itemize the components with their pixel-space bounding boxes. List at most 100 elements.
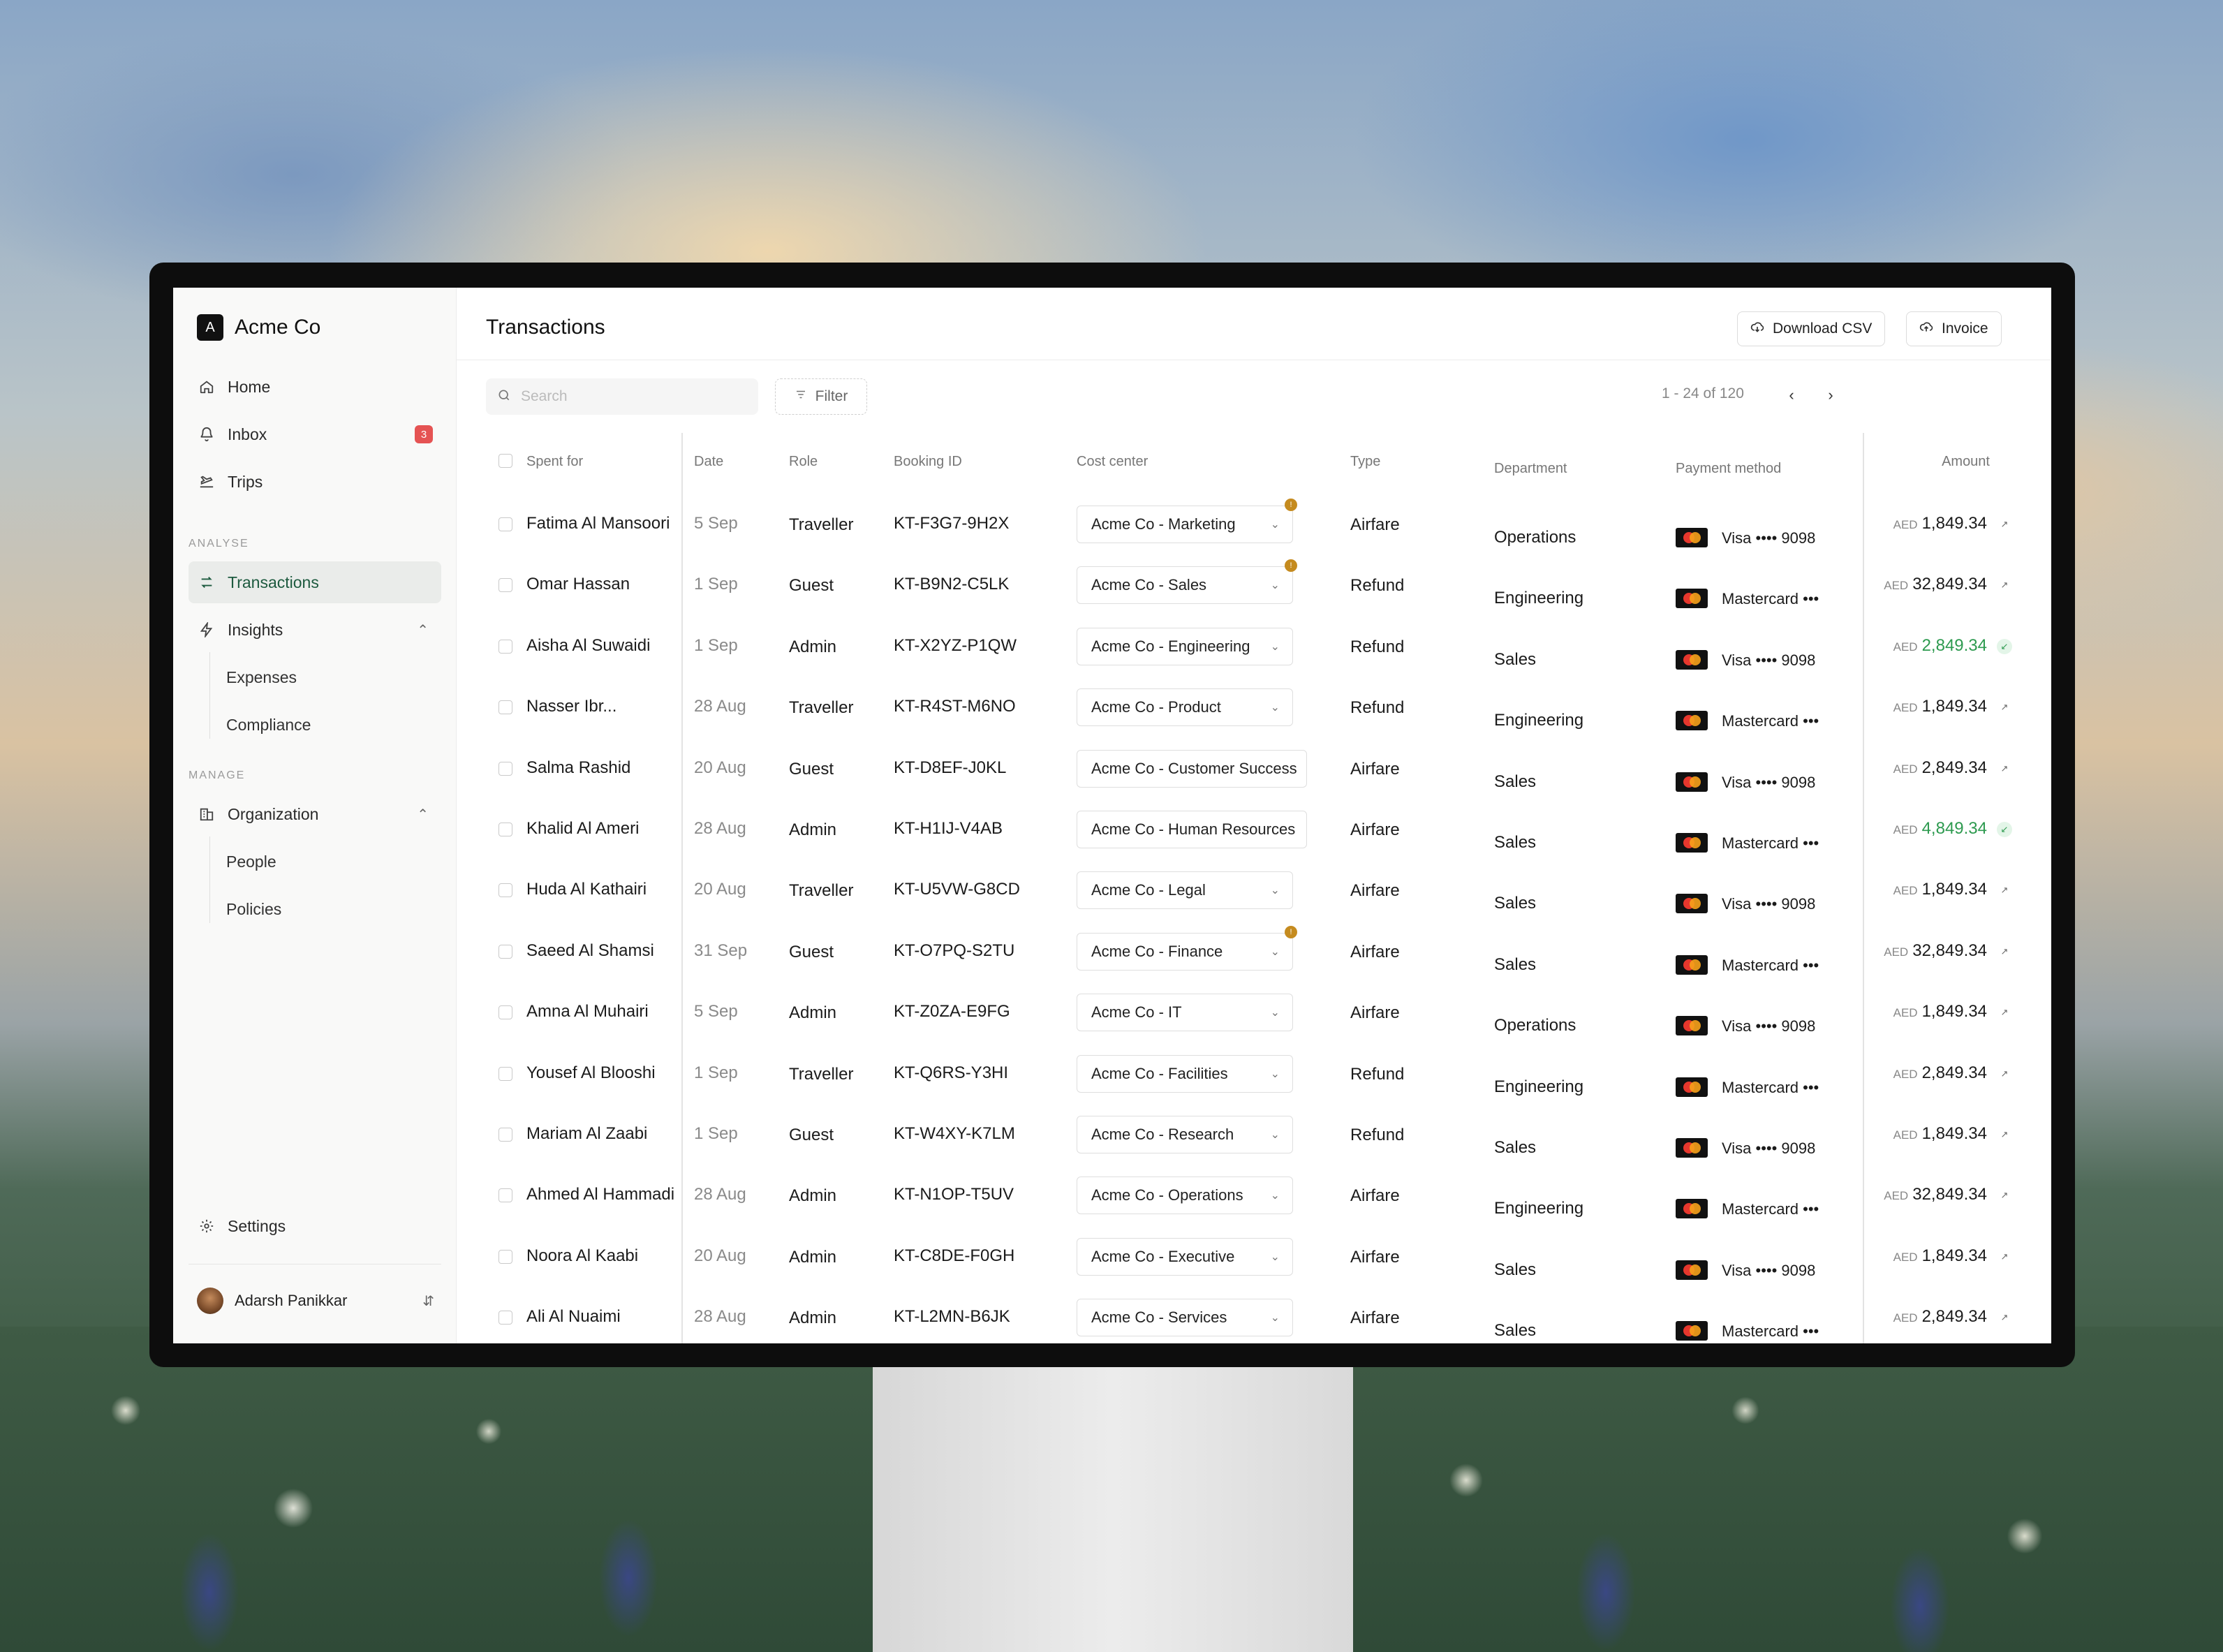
cost-center-select[interactable]: Acme Co - Executive ⌄ [1077,1237,1293,1276]
column-header-cost-center[interactable]: Cost center [1077,454,1148,470]
chevron-up-icon[interactable]: ⌃ [417,806,429,823]
sidebar-item-home[interactable]: Home [189,366,441,408]
chevron-up-icon[interactable]: ⌃ [417,621,429,639]
row-checkbox[interactable] [498,883,512,898]
mastercard-icon [1676,1199,1708,1219]
spent-for-cell: Huda Al Kathairi [526,880,647,899]
column-header-booking-id[interactable]: Booking ID [894,454,962,470]
row-checkbox[interactable] [498,517,512,531]
table-row[interactable]: Huda Al Kathairi 20 Aug Traveller KT-U5VW-G… [485,860,2021,921]
mastercard-icon [1676,1321,1708,1341]
cost-center-select[interactable]: Acme Co - Sales ⌄ [1077,566,1293,605]
table-row[interactable]: Nasser Ibr... 28 Aug Traveller KT-R4ST-M6NO… [485,677,2021,738]
select-all-checkbox[interactable] [498,454,512,468]
row-checkbox[interactable] [498,1188,512,1203]
sidebar-item-label: Home [228,377,271,396]
amount-value: 1,849.34 [1921,1124,1987,1143]
user-menu[interactable]: Adarsh Panikkar ⇵ [197,1288,434,1314]
brand[interactable]: A Acme Co [197,314,320,341]
inbox-count-badge: 3 [415,425,433,443]
cost-center-select[interactable]: Acme Co - Services ⌄ [1077,1299,1293,1337]
row-checkbox[interactable] [498,823,512,836]
booking-id-cell: KT-U5VW-G8CD [894,880,1020,899]
table-row[interactable]: Amna Al Muhairi 5 Sep Admin KT-Z0ZA-E9FG Acm… [485,982,2021,1043]
sidebar-item-organization[interactable]: Organization ⌃ [189,793,441,835]
chevron-right-icon[interactable]: › [1818,383,1843,408]
row-checkbox[interactable] [498,761,512,776]
row-checkbox[interactable] [498,944,512,959]
sidebar-item-settings[interactable]: Settings [189,1205,441,1247]
cost-center-select[interactable]: Acme Co - Customer Success [1077,749,1307,788]
cost-center-select[interactable]: Acme Co - Legal ⌄ [1077,871,1293,910]
table-row[interactable]: Aisha Al Suwaidi 1 Sep Admin KT-X2YZ-P1QW Ac… [485,617,2021,677]
sidebar-item-insights[interactable]: Insights ⌃ [189,609,441,651]
row-checkbox[interactable] [498,578,512,593]
sidebar-item-transactions[interactable]: Transactions [189,561,441,603]
cost-center-select[interactable]: Acme Co - Human Resources [1077,811,1307,848]
sidebar-item-people[interactable]: People [226,841,276,883]
column-header-department[interactable]: Department [1494,461,1567,477]
type-cell: Airfare [1350,820,1400,839]
spent-for-cell: Aisha Al Suwaidi [526,635,651,655]
amount-value: 2,849.34 [1921,635,1987,655]
column-header-amount[interactable]: Amount [1942,454,1990,470]
row-checkbox[interactable] [498,1249,512,1264]
column-header-type[interactable]: Type [1350,454,1380,470]
invoice-button[interactable]: Invoice [1906,311,2002,346]
download-csv-button[interactable]: Download CSV [1737,311,1886,346]
row-checkbox[interactable] [498,639,512,654]
cost-center-select[interactable]: Acme Co - Product ⌄ [1077,688,1293,727]
sidebar-item-policies[interactable]: Policies [226,888,281,930]
role-cell: Admin [789,1003,837,1023]
cost-center-value: Acme Co - Engineering [1091,637,1250,655]
cost-center-select[interactable]: Acme Co - Marketing ⌄ [1077,506,1293,543]
row-checkbox[interactable] [498,1128,512,1142]
section-label-analyse: ANALYSE [189,538,249,550]
row-checkbox[interactable] [498,1311,512,1325]
table-row[interactable]: Noora Al Kaabi 20 Aug Admin KT-C8DE-F0GH Acm… [485,1227,2021,1288]
invoice-label: Invoice [1942,320,1988,337]
row-checkbox[interactable] [498,700,512,715]
cost-center-value: Acme Co - Sales [1091,576,1207,594]
sidebar-item-trips[interactable]: Trips [189,461,441,503]
role-cell: Admin [789,1186,837,1206]
chevron-left-icon[interactable]: ‹ [1779,383,1804,408]
cost-center-select[interactable]: Acme Co - Research ⌄ [1077,1116,1293,1153]
column-header-spent-for[interactable]: Spent for [526,454,583,470]
sidebar-item-expenses[interactable]: Expenses [226,656,297,698]
arrows-exchange-icon [198,574,215,591]
arrow-up-right-icon: ↗ [2000,1007,2009,1018]
sidebar-item-label: Transactions [228,573,319,591]
column-header-role[interactable]: Role [789,454,818,470]
bell-icon [198,426,215,443]
row-checkbox[interactable] [498,1005,512,1020]
sidebar-item-compliance[interactable]: Compliance [226,704,311,746]
search-input[interactable] [521,388,730,405]
table-row[interactable]: Mariam Al Zaabi 1 Sep Guest KT-W4XY-K7LM Acm… [485,1105,2021,1165]
table-row[interactable]: Khalid Al Ameri 28 Aug Admin KT-H1IJ-V4AB Ac… [485,799,2021,860]
table-row[interactable]: Ahmed Al Hammadi 28 Aug Admin KT-N1OP-T5UV A… [485,1165,2021,1226]
table-row[interactable]: Ali Al Nuaimi 28 Aug Admin KT-L2MN-B6JK Acme… [485,1288,2021,1343]
table-row[interactable]: Yousef Al Blooshi 1 Sep Traveller KT-Q6RS-Y… [485,1044,2021,1105]
table-row[interactable]: Fatima Al Mansoori 5 Sep Traveller KT-F3G7-… [485,494,2021,555]
cost-center-select[interactable]: Acme Co - Finance ⌄ [1077,932,1293,971]
cost-center-select[interactable]: Acme Co - Operations ⌄ [1077,1177,1293,1215]
cost-center-select[interactable]: Acme Co - Engineering ⌄ [1077,627,1293,665]
spent-for-cell: Amna Al Muhairi [526,1002,649,1022]
table-row[interactable]: Omar Hassan 1 Sep Guest KT-B9N2-C5LK Acme Co… [485,555,2021,616]
row-checkbox[interactable] [498,1066,512,1081]
table-row[interactable]: Saeed Al Shamsi 31 Sep Guest KT-O7PQ-S2TU Ac… [485,922,2021,982]
cost-center-select[interactable]: Acme Co - Facilities ⌄ [1077,1054,1293,1093]
table-row[interactable]: Salma Rashid 20 Aug Guest KT-D8EF-J0KL Acme … [485,739,2021,799]
column-header-payment-method[interactable]: Payment method [1676,461,1781,477]
payment-method-cell: Visa •••• 9098 [1722,1261,1816,1279]
booking-id-cell: KT-F3G7-9H2X [894,514,1010,533]
cost-center-value: Acme Co - Legal [1091,881,1206,899]
brand-logo: A [197,314,223,341]
filter-button[interactable]: Filter [775,378,867,415]
cost-center-select[interactable]: Acme Co - IT ⌄ [1077,994,1293,1032]
download-csv-label: Download CSV [1773,320,1873,337]
column-header-date[interactable]: Date [694,454,723,470]
search-box[interactable] [486,378,758,415]
sidebar-item-inbox[interactable]: Inbox 3 [189,413,441,455]
